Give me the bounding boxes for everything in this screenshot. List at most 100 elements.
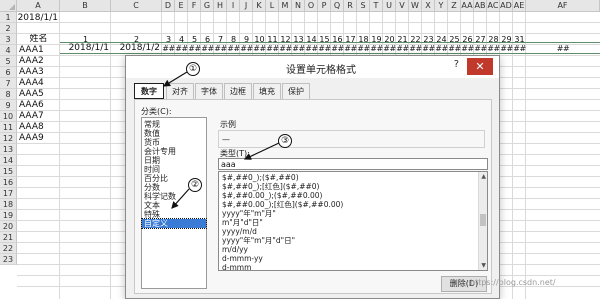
row-header[interactable]: 22 <box>0 243 17 254</box>
overflow-hash-cell[interactable]: ## <box>305 43 318 54</box>
column-header[interactable]: U <box>383 0 396 12</box>
overflow-hash-cell[interactable]: ## <box>474 43 487 54</box>
column-header[interactable]: V <box>396 0 409 12</box>
column-header[interactable]: AD <box>500 0 513 12</box>
column-header[interactable]: B <box>60 0 111 12</box>
row-header[interactable]: 10 <box>0 111 17 122</box>
dialog-titlebar[interactable]: 设置单元格格式 ? ✕ <box>126 56 499 78</box>
overflow-hash-cell[interactable]: ## <box>344 43 357 54</box>
column-header[interactable]: AF <box>526 0 600 12</box>
overflow-hash-cell[interactable]: ## <box>500 43 513 54</box>
column-header[interactable]: I <box>227 0 240 12</box>
category-item[interactable]: 百分比 <box>144 174 168 183</box>
tab-fill[interactable]: 填充 <box>253 83 281 99</box>
overflow-hash-cell[interactable]: ## <box>253 43 266 54</box>
overflow-hash-cell[interactable]: ## <box>526 43 600 54</box>
column-header[interactable]: A <box>17 0 60 12</box>
overflow-hash-cell[interactable]: ## <box>487 43 500 54</box>
format-list-scrollbar[interactable]: ▲ ▼ <box>478 172 487 270</box>
tab-border[interactable]: 边框 <box>224 83 252 99</box>
category-item[interactable]: 货币 <box>144 138 160 147</box>
row-header[interactable]: 16 <box>0 177 17 188</box>
category-item[interactable]: 数值 <box>144 129 160 138</box>
format-item[interactable]: yyyy"年"m"月" <box>222 210 276 218</box>
column-header[interactable]: K <box>253 0 266 12</box>
category-item[interactable]: 常规 <box>144 120 160 129</box>
column-header[interactable]: Q <box>331 0 344 12</box>
tab-protection[interactable]: 保护 <box>282 83 310 99</box>
column-header[interactable]: Z <box>448 0 461 12</box>
scroll-up-arrow-icon[interactable]: ▲ <box>481 173 486 180</box>
name-cell[interactable]: AAA4 <box>17 78 60 89</box>
help-button[interactable]: ? <box>454 59 459 70</box>
format-item[interactable]: m/d/yy <box>222 246 248 254</box>
category-item-selected[interactable]: 自定义 <box>141 218 207 229</box>
name-cell[interactable]: AAA9 <box>17 133 60 144</box>
overflow-hash-cell[interactable]: ## <box>279 43 292 54</box>
column-header[interactable]: S <box>357 0 370 12</box>
category-item[interactable]: 文本 <box>144 201 160 210</box>
cell-a1[interactable]: 2018/1/1 <box>17 13 60 24</box>
category-item[interactable]: 特殊 <box>144 210 160 219</box>
row-header[interactable]: 17 <box>0 188 17 199</box>
cell-a2-name-header[interactable]: 姓名 <box>17 34 60 45</box>
name-cell[interactable]: AAA1 <box>17 45 60 56</box>
overflow-hash-cell[interactable]: ## <box>266 43 279 54</box>
tab-font[interactable]: 字体 <box>195 83 223 99</box>
name-cell[interactable]: AAA6 <box>17 100 60 111</box>
overflow-hash-cell[interactable]: ## <box>331 43 344 54</box>
overflow-hash-cell[interactable]: ## <box>383 43 396 54</box>
row-header[interactable]: 2 <box>0 23 17 34</box>
row-header[interactable]: 15 <box>0 166 17 177</box>
name-cell[interactable]: AAA5 <box>17 89 60 100</box>
name-cell[interactable]: AAA7 <box>17 111 60 122</box>
row-header[interactable]: 23 <box>0 254 17 265</box>
column-header[interactable]: G <box>201 0 214 12</box>
column-header[interactable]: AA <box>461 0 474 12</box>
category-item[interactable]: 时间 <box>144 165 160 174</box>
overflow-hash-cell[interactable]: ## <box>409 43 422 54</box>
column-header[interactable]: R <box>344 0 357 12</box>
column-header[interactable]: J <box>240 0 253 12</box>
row-header[interactable]: 5 <box>0 56 17 67</box>
category-item[interactable]: 科学记数 <box>144 192 176 201</box>
tab-alignment[interactable]: 对齐 <box>166 83 194 99</box>
overflow-hash-cell[interactable]: ## <box>292 43 305 54</box>
overflow-hash-cell[interactable]: ## <box>422 43 435 54</box>
column-header[interactable]: Y <box>435 0 448 12</box>
close-button[interactable]: ✕ <box>467 58 493 75</box>
column-header[interactable]: E <box>175 0 188 12</box>
overflow-hash-cell[interactable]: ## <box>357 43 370 54</box>
column-header[interactable]: W <box>409 0 422 12</box>
overflow-hash-cell[interactable]: ## <box>162 43 175 54</box>
column-header[interactable]: X <box>422 0 435 12</box>
row-header[interactable]: 12 <box>0 133 17 144</box>
column-header[interactable]: AC <box>487 0 500 12</box>
row-header[interactable]: 3 <box>0 34 17 45</box>
format-item[interactable]: yyyy/m/d <box>222 228 257 236</box>
column-header[interactable]: N <box>292 0 305 12</box>
category-item[interactable]: 分数 <box>144 183 160 192</box>
column-header[interactable]: P <box>318 0 331 12</box>
row-header[interactable]: 1 <box>0 12 17 23</box>
format-item[interactable]: $#,##0.00_);($#,##0.00) <box>222 192 322 200</box>
column-header[interactable]: T <box>370 0 383 12</box>
format-code-list[interactable]: $#,##0_);($#,##0) $#,##0_);[红色]($#,##0) … <box>218 171 488 271</box>
overflow-hash-cell[interactable]: ## <box>461 43 474 54</box>
format-item[interactable]: $#,##0_);[红色]($#,##0) <box>222 183 319 191</box>
column-header[interactable]: L <box>266 0 279 12</box>
overflow-hash-cell[interactable]: ## <box>370 43 383 54</box>
select-all-corner[interactable] <box>0 0 17 12</box>
column-header[interactable]: AB <box>474 0 487 12</box>
row-header[interactable]: 6 <box>0 67 17 78</box>
row-header[interactable]: 18 <box>0 199 17 210</box>
column-header[interactable]: AE <box>513 0 526 12</box>
overflow-hash-cell[interactable]: ## <box>175 43 188 54</box>
overflow-hash-cell[interactable]: ## <box>435 43 448 54</box>
format-item[interactable]: m"月"d"日" <box>222 219 263 227</box>
format-item[interactable]: d-mmm-yy <box>222 255 263 263</box>
row-header[interactable]: 14 <box>0 155 17 166</box>
column-header[interactable]: H <box>214 0 227 12</box>
row-header[interactable]: 7 <box>0 78 17 89</box>
row-header[interactable]: 9 <box>0 100 17 111</box>
